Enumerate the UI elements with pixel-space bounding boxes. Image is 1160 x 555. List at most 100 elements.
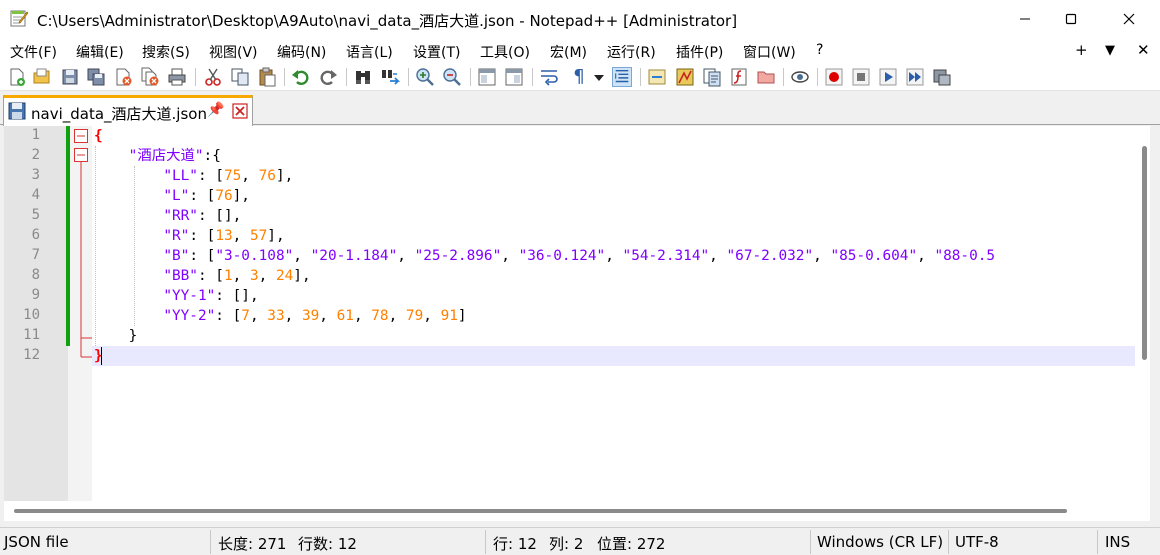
code-line: "YY-1": [], bbox=[94, 286, 258, 306]
status-insert-mode[interactable]: INS bbox=[1105, 533, 1130, 551]
pin-icon[interactable]: 📌 bbox=[207, 102, 224, 118]
new-tab-button[interactable]: + bbox=[1075, 41, 1088, 59]
menu-view[interactable]: 视图(V) bbox=[209, 42, 258, 62]
code-token: 91 bbox=[440, 308, 458, 324]
code-token: 57 bbox=[249, 228, 268, 244]
indent-guide-icon[interactable] bbox=[612, 67, 632, 87]
menu-file[interactable]: 文件(F) bbox=[10, 42, 57, 62]
code-token: "YY-2" bbox=[163, 308, 216, 324]
sync-horizontal-icon[interactable] bbox=[504, 67, 524, 87]
tab-navi-data-json[interactable]: navi_data_酒店大道.json 📌 bbox=[3, 95, 253, 126]
print-icon[interactable] bbox=[167, 67, 187, 87]
code-token: : [ bbox=[215, 308, 242, 324]
line-number: 4 bbox=[31, 187, 40, 203]
line-number: 8 bbox=[31, 267, 40, 283]
udl-icon[interactable] bbox=[647, 67, 667, 87]
status-encoding[interactable]: UTF-8 bbox=[955, 533, 999, 551]
code-token: ], bbox=[267, 228, 285, 244]
run-macro-multiple-icon[interactable] bbox=[905, 67, 925, 87]
line-number: 3 bbox=[31, 167, 40, 183]
menu-macro[interactable]: 宏(M) bbox=[550, 42, 587, 62]
menu-help[interactable]: ? bbox=[816, 42, 823, 58]
paste-icon[interactable] bbox=[257, 67, 277, 87]
code-token: 75 bbox=[223, 168, 242, 184]
close-tab-button[interactable]: ✕ bbox=[1137, 41, 1150, 59]
zoom-out-icon[interactable] bbox=[442, 67, 462, 87]
horizontal-scrollbar[interactable] bbox=[4, 501, 1150, 521]
horizontal-scroll-thumb[interactable] bbox=[14, 509, 1067, 513]
cut-icon[interactable] bbox=[203, 67, 223, 87]
menu-window[interactable]: 窗口(W) bbox=[743, 42, 796, 62]
record-macro-icon[interactable] bbox=[824, 67, 844, 87]
new-file-icon[interactable] bbox=[7, 67, 27, 87]
redo-icon[interactable] bbox=[318, 67, 338, 87]
toolbar: ¶ bbox=[0, 63, 1160, 91]
menu-plugins[interactable]: 插件(P) bbox=[676, 42, 723, 62]
doc-list-icon[interactable] bbox=[702, 67, 722, 87]
sync-vertical-icon[interactable] bbox=[477, 67, 497, 87]
code-token: "LL" bbox=[163, 168, 198, 184]
find-icon[interactable] bbox=[353, 67, 373, 87]
menu-settings[interactable]: 设置(T) bbox=[413, 42, 460, 62]
replace-icon[interactable] bbox=[380, 67, 400, 87]
save-macro-icon[interactable] bbox=[932, 67, 952, 87]
text-caret bbox=[101, 347, 102, 365]
code-token: , bbox=[709, 248, 727, 264]
code-token: 39 bbox=[301, 308, 320, 324]
undo-icon[interactable] bbox=[291, 67, 311, 87]
menu-search[interactable]: 搜索(S) bbox=[142, 42, 190, 62]
menu-edit[interactable]: 编辑(E) bbox=[76, 42, 124, 62]
fold-tree-lines bbox=[80, 162, 92, 358]
menu-encoding[interactable]: 编码(N) bbox=[277, 42, 326, 62]
minimize-button[interactable] bbox=[1002, 0, 1048, 38]
code-token: 7 bbox=[241, 308, 250, 324]
play-macro-icon[interactable] bbox=[878, 67, 898, 87]
menu-language[interactable]: 语言(L) bbox=[346, 42, 393, 62]
status-separator bbox=[210, 530, 211, 554]
code-token: "L" bbox=[163, 188, 190, 204]
tab-close-icon[interactable] bbox=[232, 103, 248, 119]
monitoring-icon[interactable] bbox=[790, 67, 810, 87]
close-all-icon[interactable] bbox=[140, 67, 160, 87]
zoom-in-icon[interactable] bbox=[415, 67, 435, 87]
code-token: , bbox=[397, 248, 415, 264]
code-token: 33 bbox=[267, 308, 285, 324]
toolbar-separator bbox=[783, 68, 784, 86]
menu-run[interactable]: 运行(R) bbox=[607, 42, 656, 62]
maximize-button[interactable] bbox=[1048, 0, 1094, 38]
vertical-scroll-thumb[interactable] bbox=[1142, 146, 1147, 360]
code-token: 1 bbox=[223, 268, 233, 284]
code-token: "67-2.032" bbox=[726, 248, 814, 264]
code-token: "酒店大道" bbox=[128, 148, 204, 164]
close-file-icon[interactable] bbox=[113, 67, 133, 87]
close-window-button[interactable] bbox=[1106, 0, 1152, 38]
fold-collapse-icon[interactable] bbox=[74, 129, 88, 143]
fold-collapse-icon[interactable] bbox=[74, 148, 88, 162]
code-editor[interactable]: 1 2 3 4 5 6 7 8 9 10 11 12{ "酒店大道":{ "LL": [75, 76]… bbox=[4, 126, 1150, 501]
show-all-chars-icon[interactable]: ¶ bbox=[569, 67, 589, 87]
tab-list-dropdown[interactable]: ▼ bbox=[1105, 43, 1115, 58]
folder-workspace-icon[interactable] bbox=[756, 67, 776, 87]
status-eol[interactable]: Windows (CR LF) bbox=[817, 533, 943, 551]
copy-icon[interactable] bbox=[230, 67, 250, 87]
status-column: 列: 2 bbox=[549, 535, 584, 553]
menu-tools[interactable]: 工具(O) bbox=[480, 42, 530, 62]
doc-map-icon[interactable] bbox=[675, 67, 695, 87]
code-token: :{ bbox=[203, 148, 221, 164]
tab-bar: navi_data_酒店大道.json 📌 bbox=[0, 92, 1160, 126]
dropdown-icon[interactable] bbox=[592, 67, 606, 87]
save-all-icon[interactable] bbox=[86, 67, 106, 87]
code-token: 76 bbox=[258, 168, 276, 184]
word-wrap-icon[interactable] bbox=[539, 67, 559, 87]
tab-label: navi_data_酒店大道.json bbox=[31, 105, 207, 123]
stop-macro-icon[interactable] bbox=[851, 67, 871, 87]
status-file-type: JSON file bbox=[4, 533, 69, 551]
function-list-icon[interactable] bbox=[729, 67, 749, 87]
vertical-scrollbar[interactable] bbox=[1139, 126, 1150, 501]
open-file-icon[interactable] bbox=[32, 67, 52, 87]
code-token: "RR" bbox=[163, 208, 198, 224]
code-token: , bbox=[353, 308, 372, 324]
save-icon[interactable] bbox=[60, 67, 80, 87]
